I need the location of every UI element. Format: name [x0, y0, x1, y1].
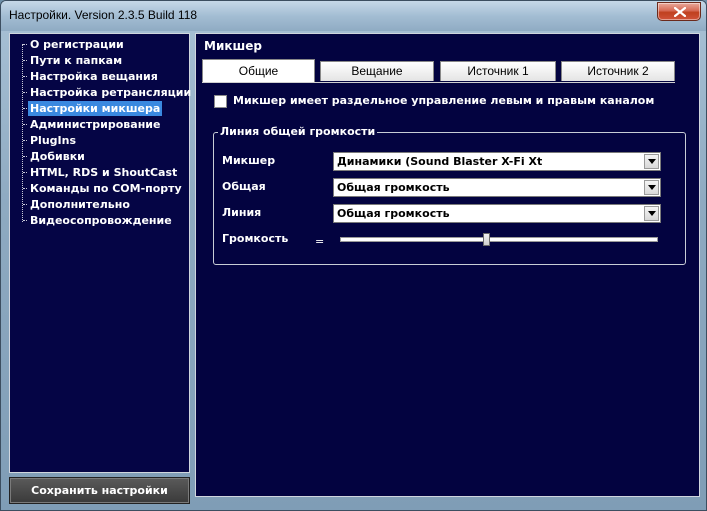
tree-tick — [23, 108, 27, 109]
sidebar-item-advanced[interactable]: Дополнительно — [28, 197, 132, 212]
chevron-down-icon — [648, 211, 656, 216]
section-title: Микшер — [204, 39, 262, 53]
line-select-value: Общая громкость — [337, 207, 450, 220]
settings-window: Настройки. Version 2.3.5 Build 118 О рег… — [0, 0, 707, 511]
sidebar-item-video[interactable]: Видеосопровождение — [28, 213, 174, 228]
volume-slider-thumb[interactable] — [483, 233, 491, 246]
mixer-dropdown-button[interactable] — [644, 154, 659, 169]
tab-divider — [202, 82, 675, 83]
separate-channels-label: Микшер имеет раздельное управление левым… — [233, 94, 655, 107]
tab-source-1[interactable]: Источник 1 — [440, 61, 556, 81]
tree-tick — [23, 92, 27, 93]
tree-tick — [23, 140, 27, 141]
sidebar-item-folder-paths[interactable]: Пути к папкам — [28, 53, 124, 68]
line-label: Линия — [222, 206, 262, 219]
tree-tick — [23, 172, 27, 173]
sidebar-item-plugins[interactable]: PlugIns — [28, 133, 78, 148]
settings-tree: О регистрации Пути к папкам Настройка ве… — [9, 33, 193, 473]
tree-tick — [23, 156, 27, 157]
volume-line-group: Линия общей громкости Микшер Динамики (S… — [213, 125, 686, 265]
separate-channels-checkbox[interactable] — [214, 95, 227, 108]
general-select-value: Общая громкость — [337, 181, 450, 194]
tab-strip: Общие Вещание Источник 1 Источник 2 — [202, 59, 682, 83]
mixer-select-value: Динамики (Sound Blaster X-Fi Xt — [337, 155, 543, 168]
tree-tick — [23, 220, 27, 221]
mixer-select[interactable]: Динамики (Sound Blaster X-Fi Xt — [333, 152, 661, 171]
tree-tick — [23, 60, 27, 61]
tree-tick — [23, 124, 27, 125]
mixer-settings-panel: Микшер Общие Вещание Источник 1 Источник… — [195, 33, 700, 497]
window-title: Настройки. Version 2.3.5 Build 118 — [9, 8, 198, 22]
mixer-label: Микшер — [222, 154, 276, 167]
general-label: Общая — [222, 180, 266, 193]
tree-tick — [23, 44, 27, 45]
line-dropdown-button[interactable] — [644, 206, 659, 221]
sidebar-item-registration[interactable]: О регистрации — [28, 37, 126, 52]
general-select[interactable]: Общая громкость — [333, 178, 661, 197]
tree-tick — [23, 188, 27, 189]
sidebar-item-relay-settings[interactable]: Настройка ретрансляции — [28, 85, 193, 100]
tab-source-2[interactable]: Источник 2 — [561, 61, 675, 81]
title-bar[interactable]: Настройки. Version 2.3.5 Build 118 — [1, 1, 706, 31]
sidebar-item-com-port-commands[interactable]: Команды по COM-порту — [28, 181, 184, 196]
tree-connector — [22, 44, 23, 222]
volume-slider-track[interactable] — [340, 237, 658, 242]
tab-general[interactable]: Общие — [202, 59, 315, 82]
sidebar-item-fillers[interactable]: Добивки — [28, 149, 87, 164]
line-select[interactable]: Общая громкость — [333, 204, 661, 223]
chevron-down-icon — [648, 185, 656, 190]
save-settings-button[interactable]: Сохранить настройки — [9, 477, 190, 504]
sidebar-item-broadcast-settings[interactable]: Настройка вещания — [28, 69, 160, 84]
volume-equals-sign: = — [315, 235, 325, 248]
sidebar-item-html-rds-shoutcast[interactable]: HTML, RDS и ShoutCast — [28, 165, 179, 180]
chevron-down-icon — [648, 159, 656, 164]
close-x-icon — [674, 7, 686, 17]
sidebar-item-administration[interactable]: Администрирование — [28, 117, 162, 132]
general-dropdown-button[interactable] — [644, 180, 659, 195]
tree-tick — [23, 76, 27, 77]
volume-label: Громкость — [222, 232, 289, 245]
close-button[interactable] — [657, 2, 701, 21]
group-title: Линия общей громкости — [218, 125, 378, 138]
tree-tick — [23, 204, 27, 205]
tab-broadcast[interactable]: Вещание — [320, 61, 434, 81]
sidebar-item-mixer-settings[interactable]: Настройки микшера — [28, 101, 163, 116]
